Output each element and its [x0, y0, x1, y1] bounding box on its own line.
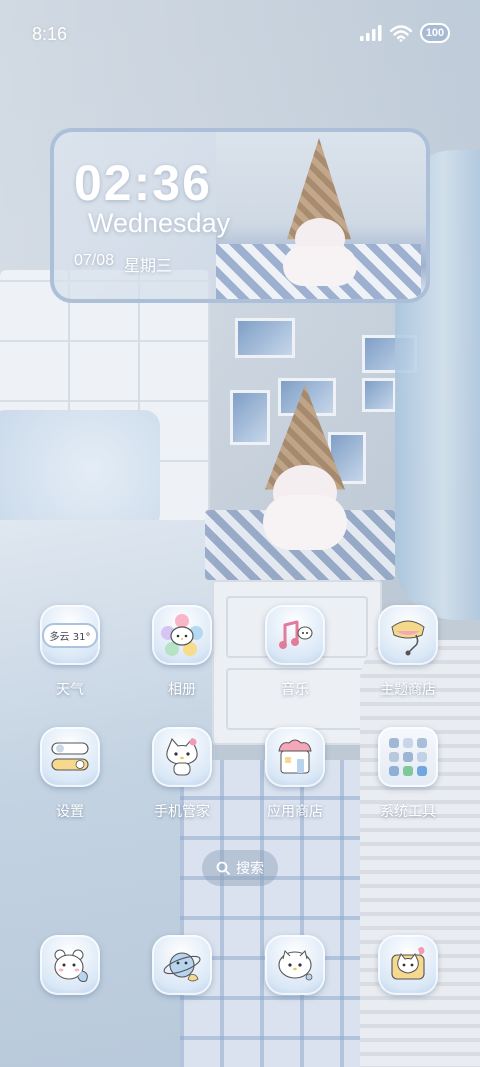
dock-messages[interactable] [137, 935, 227, 997]
app-label: 系统工具 [380, 804, 436, 820]
app-theme-store[interactable]: 主题商店 [363, 605, 453, 715]
app-settings[interactable]: 设置 [25, 727, 115, 837]
weather-cloud-icon[interactable]: 多云 31° [40, 605, 100, 665]
dock-camera[interactable] [363, 935, 453, 997]
phone-bear-icon[interactable] [40, 935, 100, 995]
dock-phone[interactable] [25, 935, 115, 997]
search-label: 搜索 [236, 861, 264, 877]
app-phone-manager[interactable]: 手机管家 [137, 727, 227, 837]
search-icon [216, 861, 230, 875]
app-label: 音乐 [281, 682, 309, 698]
settings-toggle-icon[interactable] [40, 727, 100, 787]
wall-poster [362, 378, 396, 412]
music-note-icon[interactable] [265, 605, 325, 665]
plush-toy [255, 385, 355, 555]
app-store-shop-icon[interactable] [265, 727, 325, 787]
browser-kitty-icon[interactable] [265, 935, 325, 995]
status-time: 8:16 [32, 24, 68, 44]
widget-time: 02:36 [74, 155, 212, 211]
app-app-store[interactable]: 应用商店 [250, 727, 340, 837]
app-music[interactable]: 音乐 [250, 605, 340, 715]
status-bar: 8:16 100 [0, 0, 480, 68]
app-weather[interactable]: 多云 31° 天气 [25, 605, 115, 715]
widget-date-row: 07/08 星期三 [74, 252, 172, 276]
app-label: 应用商店 [267, 804, 323, 820]
wifi-icon [390, 24, 412, 42]
messages-planet-icon[interactable] [152, 935, 212, 995]
phone-manager-kitty-icon[interactable] [152, 727, 212, 787]
folder-preview-grid [389, 738, 427, 776]
app-gallery[interactable]: 相册 [137, 605, 227, 715]
widget-weekday: Wednesday [88, 208, 231, 238]
gallery-kitty-flower-icon[interactable] [152, 605, 212, 665]
signal-icon [360, 25, 382, 41]
search-button[interactable]: 搜索 [202, 850, 278, 886]
theme-store-paint-icon[interactable] [378, 605, 438, 665]
app-system-tools[interactable]: 系统工具 [363, 727, 453, 837]
app-label: 相册 [168, 682, 196, 698]
clock-widget[interactable]: 02:36 Wednesday 07/08 星期三 [50, 128, 430, 303]
app-label: 主题商店 [380, 682, 436, 698]
widget-date: 07/08 [74, 252, 115, 269]
pillow [0, 410, 160, 530]
battery-icon: 100 [420, 23, 450, 43]
app-label: 天气 [56, 682, 84, 698]
app-label: 手机管家 [154, 804, 210, 820]
camera-kitty-icon[interactable] [378, 935, 438, 995]
status-icons: 100 [360, 23, 450, 43]
weather-badge: 多云 31° [43, 624, 97, 646]
widget-weekday-cn: 星期三 [124, 258, 173, 275]
dock-browser[interactable] [250, 935, 340, 997]
system-tools-folder-icon[interactable] [378, 727, 438, 787]
app-label: 设置 [56, 804, 84, 820]
battery-level: 100 [425, 27, 445, 39]
wall-poster [235, 318, 295, 358]
widget-plush [269, 138, 379, 288]
